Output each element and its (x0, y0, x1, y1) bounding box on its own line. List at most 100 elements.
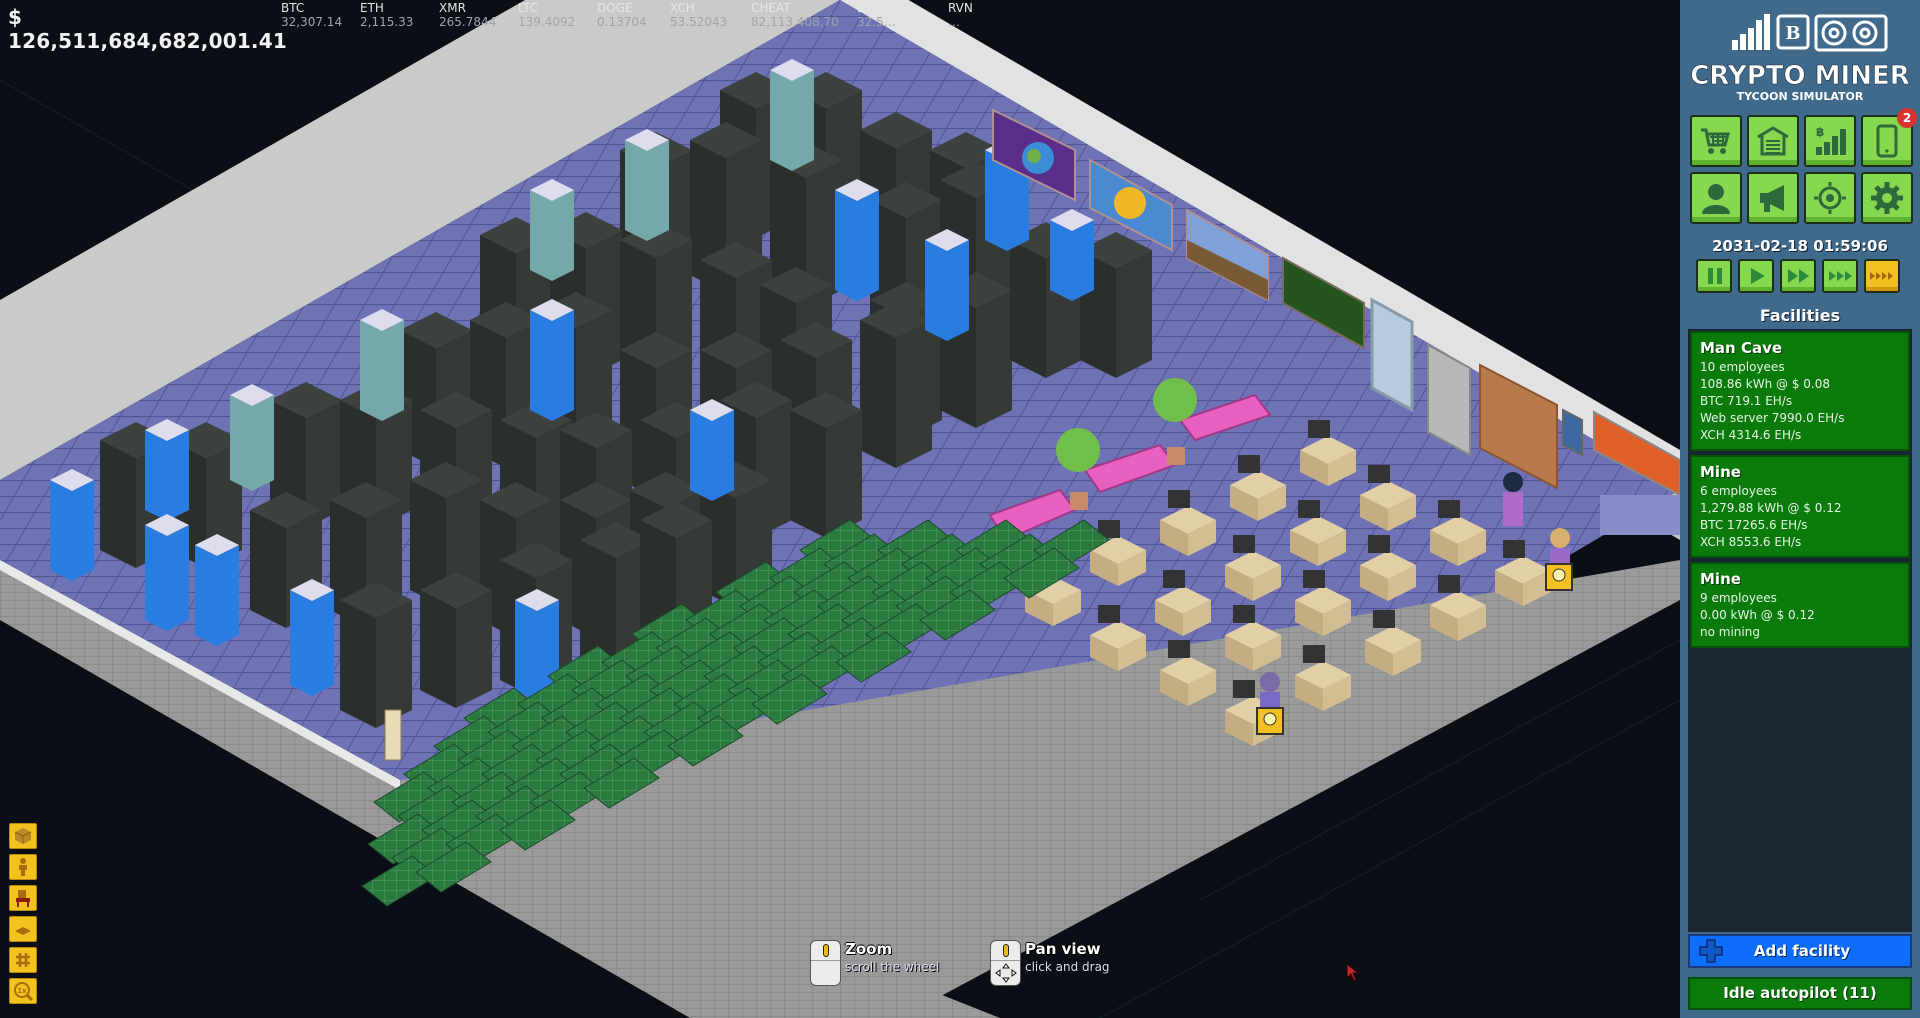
cooling-unit[interactable] (770, 59, 814, 171)
settings-button[interactable] (1861, 172, 1913, 224)
monitor (1233, 535, 1255, 553)
chair-icon (16, 890, 30, 907)
server-rack[interactable] (340, 582, 412, 728)
idle-autopilot-button[interactable]: Idle autopilot (11) (1688, 977, 1912, 1010)
fastest-forward-icon (1870, 272, 1893, 280)
coin-symbol: XMR (439, 1, 466, 15)
grid-hash-icon (16, 953, 30, 967)
cooling-unit[interactable] (925, 229, 969, 341)
cooling-unit[interactable] (1050, 209, 1094, 301)
idea-bulb-icon (1545, 563, 1573, 591)
cooling-unit[interactable] (50, 469, 94, 581)
monitor (1233, 680, 1255, 698)
server-rack[interactable] (790, 392, 862, 538)
monitor (1303, 645, 1325, 663)
cooling-unit[interactable] (625, 129, 669, 241)
pause-icon (1708, 268, 1722, 284)
facility-card[interactable]: Mine 9 employees 0.00 kWh @ $ 0.12 no minin… (1690, 562, 1910, 648)
cooling-unit[interactable] (360, 309, 404, 421)
market-button[interactable]: ฿ (1804, 115, 1856, 167)
cart-icon (1701, 128, 1730, 154)
facility-stat: 108.86 kWh @ $ 0.08 (1700, 377, 1831, 391)
coin-symbol: ETH (360, 1, 384, 15)
furniture-toggle-button[interactable] (9, 885, 37, 911)
facility-stat: 6 employees (1700, 484, 1777, 498)
facility-card[interactable]: Mine 6 employees 1,279.88 kWh @ $ 0.12 BTC … (1690, 455, 1910, 558)
cooling-unit[interactable] (530, 179, 574, 281)
cooling-unit[interactable] (145, 419, 189, 521)
walls-toggle-button[interactable] (9, 823, 37, 849)
server-rack[interactable] (420, 572, 492, 708)
add-facility-label: Add facility (1753, 942, 1851, 960)
ticker-coin-rvn: RVN… (948, 0, 1008, 29)
speed-fastest-button[interactable] (1864, 259, 1900, 293)
zoom-hint-title: Zoom (845, 940, 893, 958)
phone-button[interactable]: 2 (1861, 108, 1917, 167)
add-facility-button[interactable]: Add facility (1688, 934, 1912, 968)
price-ticker: $ 126,511,684,682,001.41 BTC 32,307.14 ETH… (0, 0, 1008, 53)
monitor (1503, 540, 1525, 558)
side-panel: B CRYPTO MINER TYCOON SIMULATOR ฿ 2 2031-… (1680, 0, 1920, 1018)
idea-bulb-icon (1256, 707, 1284, 735)
cooling-unit[interactable] (835, 179, 879, 301)
marketing-button[interactable] (1747, 172, 1799, 224)
grid-toggle-button[interactable] (9, 947, 37, 973)
ticker-coin-etc: ETC 32.5… (857, 0, 942, 29)
balance-display: $ 126,511,684,682,001.41 (8, 5, 287, 53)
isometric-scene[interactable] (0, 0, 1680, 1018)
crosshair-icon (1814, 182, 1846, 214)
monitor (1373, 610, 1395, 628)
shop-button[interactable] (1690, 115, 1742, 167)
facility-stat: 1,279.88 kWh @ $ 0.12 (1700, 501, 1842, 515)
monitor (1298, 500, 1320, 518)
server-rack[interactable] (860, 302, 932, 468)
bed (1600, 495, 1680, 535)
ticker-coin-xch: XCH 53.52043 (670, 0, 745, 29)
bitcoin-chart-icon: ฿ (1816, 125, 1846, 155)
cube-icon (14, 828, 32, 844)
ticker-coin-doge: DOGE 0.13704 (597, 0, 664, 29)
coin-price: 32.5… (857, 15, 896, 29)
monitor (1098, 605, 1120, 623)
facility-stat: BTC 17265.6 EH/s (1700, 518, 1808, 532)
facility-card[interactable]: Man Cave 10 employees 108.86 kWh @ $ 0.08 B… (1690, 331, 1910, 451)
cooling-unit[interactable] (195, 534, 239, 646)
bitcoin-chip-icon: B (1776, 14, 1810, 50)
targets-button[interactable] (1804, 172, 1856, 224)
pan-hint-title: Pan view (1025, 940, 1101, 958)
cooling-unit[interactable] (145, 514, 189, 631)
coin-symbol: RVN (948, 1, 973, 15)
facility-stat: 0.00 kWh @ $ 0.12 (1700, 608, 1815, 622)
facilities-button[interactable] (1747, 115, 1799, 167)
coin-symbol: XCH (670, 1, 695, 15)
ticker-coin-btc: BTC 32,307.14 (281, 0, 354, 29)
people-toggle-button[interactable] (9, 854, 37, 880)
speed-pause-button[interactable] (1696, 259, 1732, 293)
facility-stat: XCH 4314.6 EH/s (1700, 428, 1802, 442)
speed-play-button[interactable] (1738, 259, 1774, 293)
monitor (1168, 490, 1190, 508)
facility-stat: 9 employees (1700, 591, 1777, 605)
zoom-reset-button[interactable]: 1x (9, 978, 37, 1004)
employee-dark-hair (1503, 472, 1523, 526)
facility-stat: no mining (1700, 625, 1760, 639)
speed-faster-button[interactable] (1822, 259, 1858, 293)
cooling-unit[interactable] (530, 299, 574, 421)
megaphone-icon (1760, 185, 1784, 212)
pan-hint: Pan view click and drag (990, 940, 1110, 986)
view-tools: 1x (9, 823, 37, 1004)
game-viewport[interactable]: $ 126,511,684,682,001.41 BTC 32,307.14 ETH… (0, 0, 1680, 1018)
garage-icon (1757, 126, 1789, 156)
monitor (1303, 570, 1325, 588)
faster-forward-icon (1829, 271, 1852, 281)
facilities-list[interactable]: Man Cave 10 employees 108.86 kWh @ $ 0.08 B… (1688, 329, 1912, 932)
signal-bars-icon (1732, 14, 1770, 50)
cooling-unit[interactable] (230, 384, 274, 491)
cooling-unit[interactable] (690, 399, 734, 501)
speed-fast-button[interactable] (1780, 259, 1816, 293)
employees-button[interactable] (1690, 172, 1742, 224)
notification-badge: 2 (1897, 108, 1917, 128)
cooling-unit[interactable] (290, 579, 334, 696)
palm-plant (1056, 428, 1100, 472)
floor-toggle-button[interactable] (9, 916, 37, 942)
